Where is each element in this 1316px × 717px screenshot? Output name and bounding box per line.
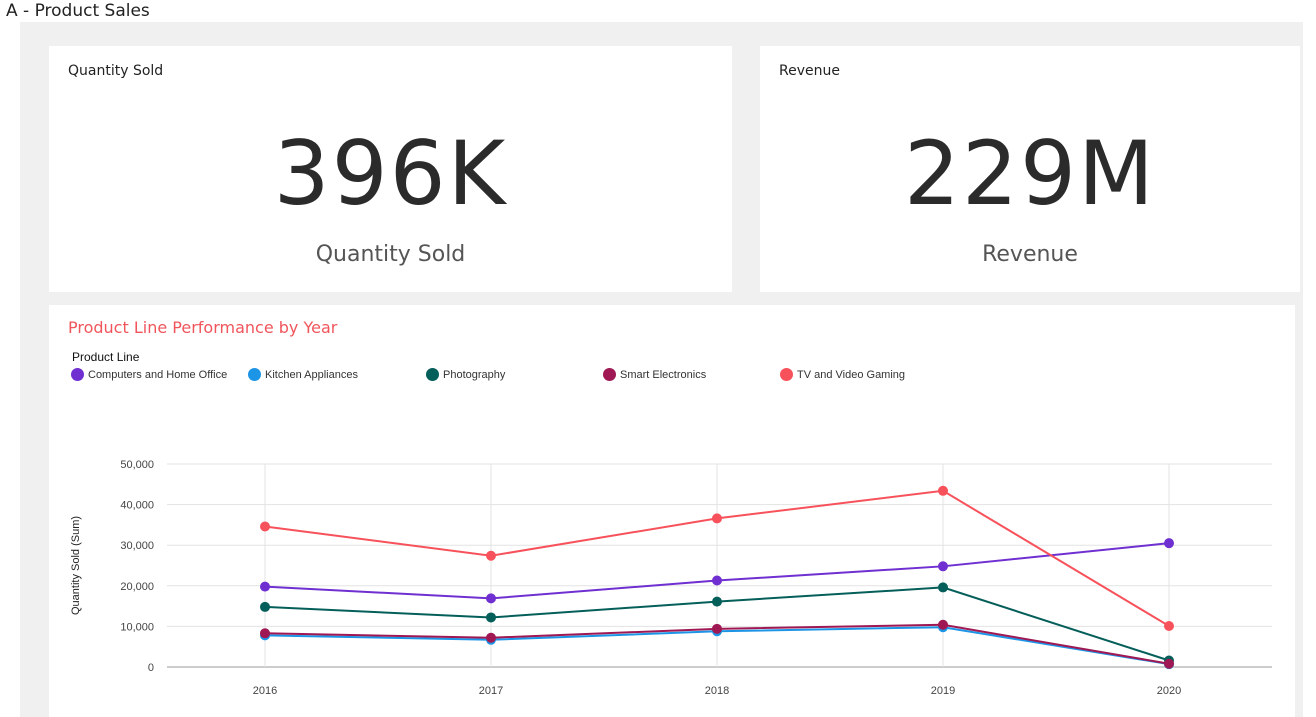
data-point xyxy=(938,485,948,496)
data-point xyxy=(712,596,722,607)
y-tick-label: 0 xyxy=(148,662,154,674)
data-point xyxy=(1164,658,1174,669)
data-point xyxy=(938,619,948,630)
kpi-value: 229M xyxy=(904,122,1156,225)
data-point xyxy=(486,593,496,604)
kpi-value: 396K xyxy=(273,122,508,225)
data-point xyxy=(1164,620,1174,631)
x-tick-label: 2018 xyxy=(705,685,729,697)
x-tick-label: 2020 xyxy=(1157,685,1181,697)
card-title: Revenue xyxy=(779,63,840,79)
kpi-label: Quantity Sold xyxy=(315,242,466,267)
y-tick-label: 30,000 xyxy=(120,540,154,552)
data-point xyxy=(938,561,948,572)
y-axis-label: Quantity Sold (Sum) xyxy=(70,516,82,615)
data-point xyxy=(260,628,270,639)
kpi-label: Revenue xyxy=(982,242,1078,267)
y-tick-label: 20,000 xyxy=(120,581,154,593)
page-title: A - Product Sales xyxy=(6,1,150,21)
data-point xyxy=(712,575,722,586)
x-tick-label: 2017 xyxy=(479,685,503,697)
data-point xyxy=(260,581,270,592)
data-point xyxy=(712,623,722,634)
line-chart: 0 10,000 20,000 30,000 40,000 50,000 2016 2017 2… xyxy=(70,459,1272,697)
revenue-card[interactable]: Revenue 229M Revenue xyxy=(760,46,1300,292)
product-line-chart-card[interactable]: Product Line Performance by Year Product… xyxy=(49,305,1295,717)
data-point xyxy=(260,601,270,612)
card-title: Quantity Sold xyxy=(68,63,164,79)
x-tick-label: 2016 xyxy=(253,685,277,697)
data-point xyxy=(712,513,722,524)
y-tick-label: 40,000 xyxy=(120,500,154,512)
data-point xyxy=(1164,538,1174,549)
data-point xyxy=(486,612,496,623)
x-tick-label: 2019 xyxy=(931,685,955,697)
data-point xyxy=(486,550,496,561)
data-point xyxy=(938,582,948,593)
quantity-sold-card[interactable]: Quantity Sold 396K Quantity Sold xyxy=(49,46,732,292)
data-point xyxy=(260,521,270,532)
y-tick-label: 10,000 xyxy=(120,621,154,633)
data-point xyxy=(486,632,496,643)
y-tick-label: 50,000 xyxy=(120,459,154,471)
